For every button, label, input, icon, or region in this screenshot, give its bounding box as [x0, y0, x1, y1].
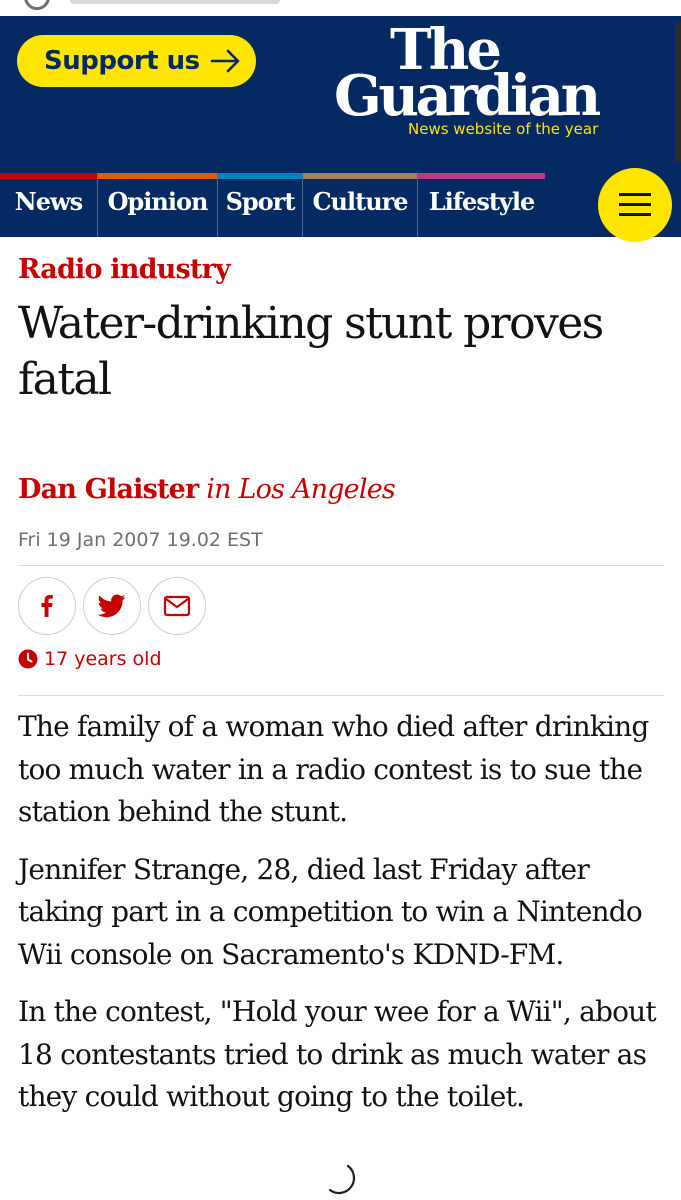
article-paragraph: Jennifer Strange, 28, died last Friday a… [18, 852, 643, 971]
nav-item-sport[interactable]: Sport [217, 173, 302, 237]
twitter-icon [98, 594, 126, 618]
status-indicator [24, 0, 50, 10]
nav-item-lifestyle[interactable]: Lifestyle [417, 173, 545, 237]
nav-item-culture[interactable]: Culture [302, 173, 417, 237]
facebook-icon [41, 595, 53, 617]
scroll-edge [675, 22, 681, 162]
nav-item-opinion[interactable]: Opinion [97, 173, 217, 237]
article-paragraph: The family of a woman who died after dri… [18, 710, 649, 828]
nav-item-label: Sport [225, 187, 296, 216]
byline-location: in Los Angeles [206, 474, 395, 505]
nav-item-label: Opinion [107, 187, 209, 216]
status-bar [0, 0, 681, 16]
nav-color-bar [218, 173, 302, 179]
status-bar-track [70, 0, 280, 4]
arrow-right-icon [210, 49, 239, 73]
share-facebook-button[interactable] [18, 577, 76, 635]
nav-item-label: News [14, 187, 83, 216]
email-icon [163, 595, 191, 617]
support-us-label: Support us [44, 46, 200, 76]
article-age: 17 years old [18, 648, 162, 670]
menu-button[interactable] [598, 168, 672, 242]
nav-color-bar [418, 173, 545, 179]
primary-nav: News Opinion Sport Culture Lifestyle [0, 173, 681, 237]
article-dateline: Fri 19 Jan 2007 19.02 EST [18, 529, 263, 551]
divider [18, 695, 664, 696]
hamburger-menu-icon [619, 213, 651, 216]
hamburger-menu-icon [619, 193, 651, 196]
article-headline: Water-drinking stunt proves fatal [18, 298, 604, 405]
logo-word-guardian: Guardian [334, 63, 601, 129]
logo-tagline: News website of the year [408, 120, 599, 138]
article-body: The family of a woman who died after dri… [18, 706, 668, 1134]
article-age-label: 17 years old [44, 648, 162, 670]
nav-color-bar [303, 173, 417, 179]
nav-color-bar [0, 173, 97, 179]
share-email-button[interactable] [148, 577, 206, 635]
hamburger-menu-icon [619, 203, 651, 206]
support-us-button[interactable]: Support us [17, 35, 256, 87]
nav-item-news[interactable]: News [0, 173, 97, 237]
guardian-logo[interactable]: The Guardian News website of the year [330, 20, 640, 146]
nav-item-label: Culture [312, 187, 408, 216]
byline-author[interactable]: Dan Glaister [18, 474, 199, 505]
article-paragraph: In the contest, "Hold your wee for a Wii… [18, 995, 657, 1113]
byline: Dan Glaister in Los Angeles [18, 474, 396, 505]
section-kicker[interactable]: Radio industry [18, 254, 231, 285]
divider [18, 565, 664, 566]
loading-spinner-icon [328, 1164, 356, 1195]
nav-item-label: Lifestyle [428, 187, 536, 216]
nav-color-bar [98, 173, 217, 179]
share-twitter-button[interactable] [83, 577, 141, 635]
clock-icon [18, 649, 38, 669]
